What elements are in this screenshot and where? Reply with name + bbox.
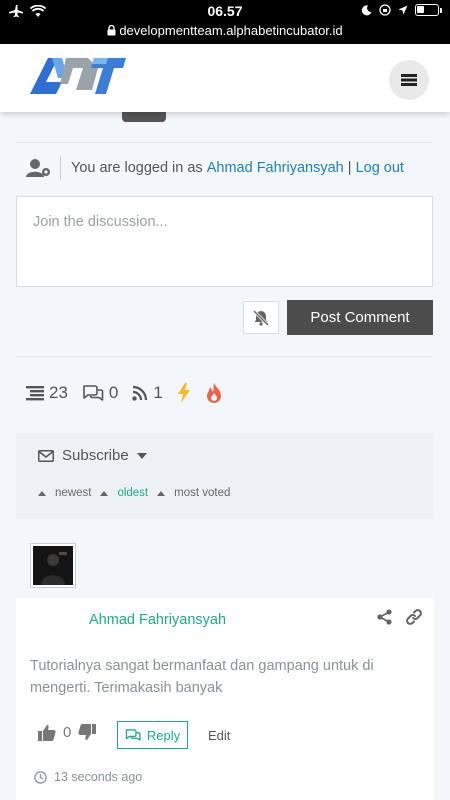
vote-controls: 0 [38, 724, 97, 741]
battery-icon [415, 4, 439, 16]
avatar-image [33, 546, 73, 585]
avatar[interactable] [30, 543, 76, 588]
divider-middle [16, 356, 432, 357]
comment-input[interactable]: Join the discussion... [16, 196, 433, 287]
sort-arrow-icon [157, 490, 166, 496]
list-icon [26, 386, 44, 401]
thumbs-down-icon[interactable] [78, 724, 97, 741]
sort-newest-label: newest [55, 487, 92, 499]
trending-stat[interactable] [177, 383, 191, 403]
vote-count: 0 [63, 724, 72, 741]
status-bar: 06.57 developmentteam.alphabetincubator.… [0, 0, 450, 44]
hot-stat[interactable] [205, 383, 223, 403]
subscribe-panel: Subscribe newest oldest most voted [16, 433, 434, 519]
comments-icon [125, 729, 141, 741]
adt-logo[interactable] [28, 54, 128, 100]
link-icon[interactable] [406, 609, 422, 625]
sort-arrow-icon [38, 490, 46, 496]
thumbs-up-icon[interactable] [38, 724, 56, 741]
site-header [0, 44, 450, 112]
separator [60, 156, 61, 180]
comment-placeholder: Join the discussion... [33, 214, 168, 230]
envelope-icon [38, 449, 54, 462]
url-bar[interactable]: developmentteam.alphabetincubator.id [0, 23, 450, 38]
sort-arrow-icon [100, 490, 109, 496]
threads-stat: 23 [26, 383, 68, 403]
notify-toggle-button[interactable] [243, 301, 279, 334]
status-right-icons [361, 4, 442, 16]
sort-oldest-label: oldest [117, 487, 149, 499]
replies-stat: 0 [82, 383, 118, 403]
login-prefix: You are logged in as [71, 160, 203, 176]
location-icon [398, 5, 408, 15]
comment-timestamp: 13 seconds ago [34, 770, 142, 784]
fire-icon [206, 383, 221, 403]
sort-options: newest oldest most voted [38, 487, 239, 499]
login-status: You are logged in as Ahmad Fahriyansyah … [26, 154, 436, 182]
subscribe-dropdown[interactable]: Subscribe [38, 447, 147, 464]
followers-count: 1 [153, 383, 163, 402]
bell-slash-icon [252, 309, 270, 326]
reply-label: Reply [146, 727, 181, 743]
comment-author[interactable]: Ahmad Fahriyansyah [89, 612, 226, 628]
time-ago-text: 13 seconds ago [54, 770, 143, 784]
battery-tip [440, 7, 442, 13]
followers-stat: 1 [132, 383, 163, 403]
orientation-lock-icon [379, 4, 391, 16]
hamburger-icon [401, 74, 417, 86]
sort-oldest[interactable]: oldest [100, 487, 148, 499]
sort-newest[interactable]: newest [38, 487, 91, 499]
divider-top [16, 142, 432, 143]
comment-card: Ahmad Fahriyansyah Tutorialnya sangat be… [16, 598, 434, 800]
discussion-stats: 23 0 1 [26, 380, 237, 406]
login-separator: | [347, 160, 352, 176]
logout-link[interactable]: Log out [356, 160, 404, 176]
partial-element [122, 112, 166, 122]
sort-most-voted-label: most voted [174, 487, 231, 499]
person-silhouette-icon [41, 552, 67, 585]
user-settings-icon [26, 159, 50, 177]
post-comment-button[interactable]: Post Comment [287, 300, 433, 335]
scrolled-content-edge [0, 112, 450, 142]
moon-icon [361, 4, 372, 15]
url-text: developmentteam.alphabetincubator.id [119, 23, 343, 38]
menu-button[interactable] [389, 60, 429, 100]
clock-icon [34, 770, 47, 784]
reply-button[interactable]: Reply [117, 721, 188, 749]
rss-icon [132, 385, 148, 401]
sort-most-voted[interactable]: most voted [157, 487, 230, 499]
lightning-icon [177, 383, 190, 403]
comment-tools [377, 609, 422, 625]
comment-text: Tutorialnya sangat bermanfaat dan gampan… [30, 658, 374, 696]
share-icon[interactable] [377, 609, 392, 625]
lock-icon [107, 24, 116, 36]
caret-down-icon [136, 452, 147, 459]
subscribe-label: Subscribe [62, 447, 129, 464]
threads-count: 23 [49, 383, 68, 402]
replies-count: 0 [108, 383, 119, 402]
edit-link[interactable]: Edit [208, 728, 230, 743]
user-name-link[interactable]: Ahmad Fahriyansyah [207, 160, 344, 176]
comments-icon [83, 385, 104, 401]
